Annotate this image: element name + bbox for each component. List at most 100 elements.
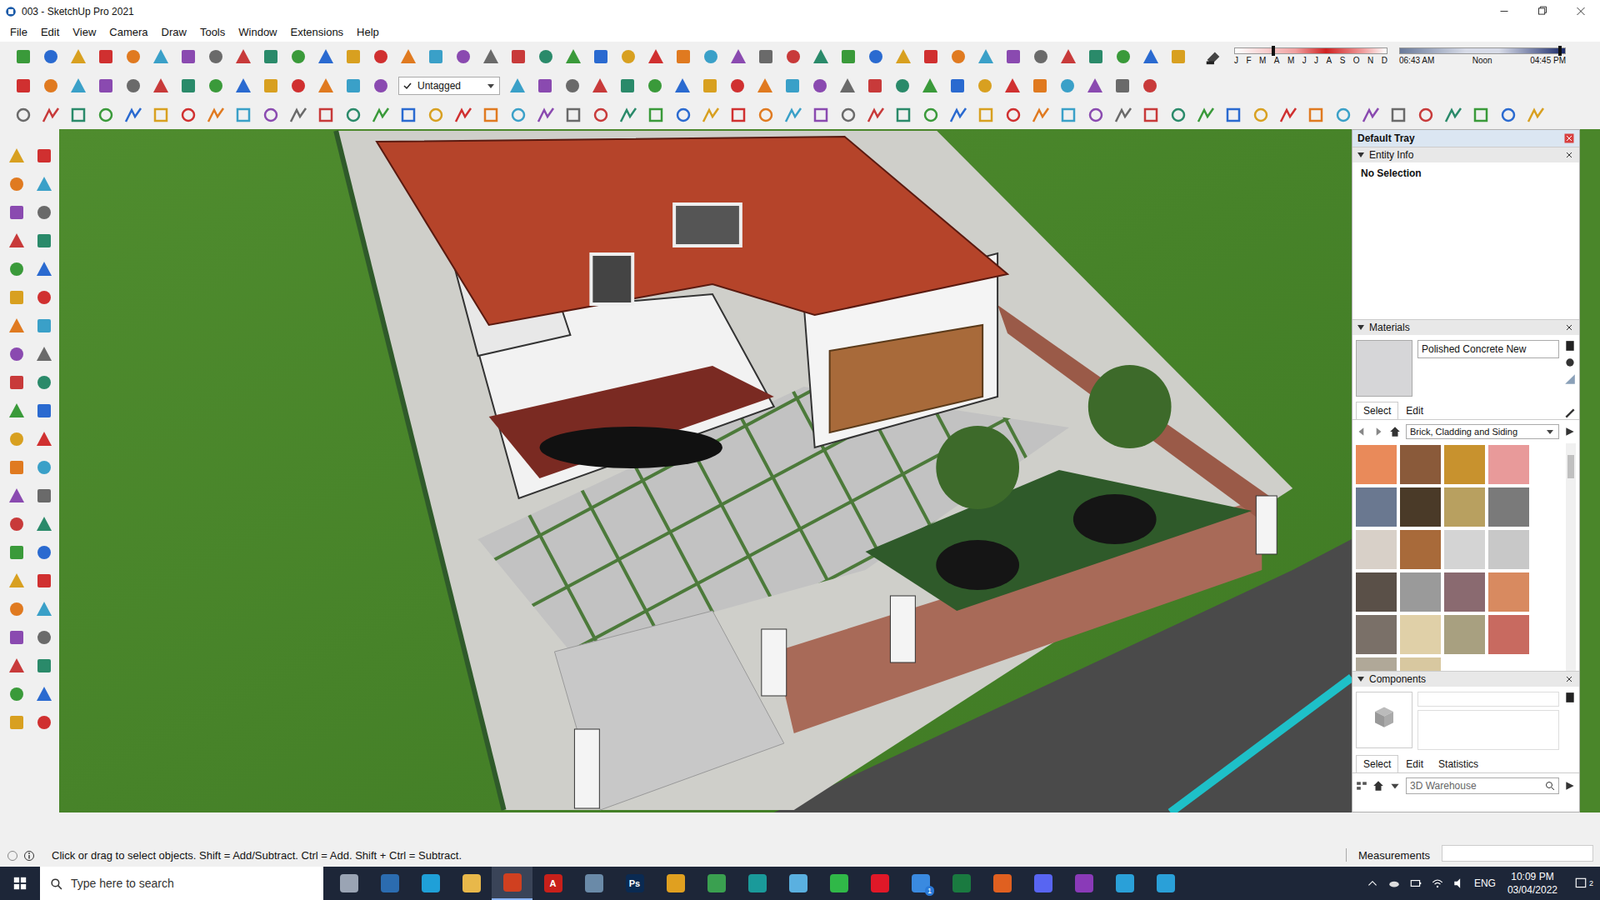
tool-icon[interactable] (34, 599, 55, 620)
tool-icon[interactable] (1113, 105, 1134, 125)
tool-icon[interactable] (837, 75, 858, 96)
tool-icon[interactable] (453, 46, 474, 67)
tool-icon[interactable] (233, 105, 254, 125)
tool-icon[interactable] (6, 174, 27, 195)
tool-icon[interactable] (480, 46, 501, 67)
tool-icon[interactable] (205, 46, 226, 67)
tool-icon[interactable] (1030, 105, 1051, 125)
battery-icon[interactable] (1409, 876, 1423, 890)
tool-icon[interactable] (6, 712, 27, 733)
tool-icon[interactable] (1415, 105, 1436, 125)
tab[interactable]: Edit (1398, 755, 1431, 773)
tab[interactable]: Select (1355, 755, 1399, 773)
tool-icon[interactable] (34, 655, 55, 676)
details-icon[interactable] (1564, 425, 1576, 438)
tool-icon[interactable] (150, 105, 171, 125)
tool-icon[interactable] (34, 287, 55, 308)
tool-icon[interactable] (34, 712, 55, 733)
tool-icon[interactable] (150, 75, 171, 96)
tool-icon[interactable] (315, 75, 336, 96)
tool-icon[interactable] (123, 46, 144, 67)
home-icon[interactable] (1389, 425, 1401, 438)
tool-icon[interactable] (700, 75, 720, 96)
collapse-icon[interactable] (1357, 152, 1365, 158)
default-material-icon[interactable] (1564, 356, 1576, 369)
taskbar-app[interactable] (450, 866, 492, 900)
tool-icon[interactable] (535, 75, 555, 96)
tool-icon[interactable] (1003, 46, 1024, 67)
tool-icon[interactable] (68, 75, 89, 96)
taskbar-app[interactable] (981, 866, 1023, 900)
tool-icon[interactable] (315, 105, 336, 125)
tool-icon[interactable] (645, 105, 666, 125)
tool-icon[interactable] (40, 105, 61, 125)
tool-icon[interactable] (6, 344, 27, 365)
tool-icon[interactable] (34, 684, 55, 705)
tool-icon[interactable] (920, 75, 940, 96)
create-material-icon[interactable] (1564, 340, 1576, 352)
tool-icon[interactable] (34, 202, 55, 223)
taskbar-app[interactable]: Ps (614, 866, 655, 900)
tool-icon[interactable] (1443, 105, 1464, 125)
tool-icon[interactable] (13, 75, 34, 96)
material-swatch[interactable] (1488, 615, 1530, 655)
tool-icon[interactable] (508, 105, 529, 125)
tool-icon[interactable] (1333, 105, 1354, 125)
material-swatch[interactable] (1400, 615, 1441, 655)
tool-icon[interactable] (6, 202, 27, 223)
tool-icon[interactable] (1250, 105, 1271, 125)
taskbar-app[interactable] (491, 866, 533, 900)
material-swatch[interactable] (1355, 572, 1397, 612)
menu-item[interactable]: File (3, 24, 35, 40)
tool-icon[interactable] (398, 105, 419, 125)
tool-icon[interactable] (1030, 46, 1051, 67)
tool-icon[interactable] (590, 46, 611, 67)
tool-icon[interactable] (343, 46, 364, 67)
tool-icon[interactable] (6, 570, 27, 591)
tool-icon[interactable] (34, 514, 55, 535)
tool-icon[interactable] (260, 105, 281, 125)
material-swatch[interactable] (1444, 530, 1485, 570)
tool-icon[interactable] (34, 542, 55, 563)
tool-icon[interactable] (6, 457, 27, 478)
tool-icon[interactable] (1003, 105, 1024, 125)
tool-icon[interactable] (205, 105, 226, 125)
tool-icon[interactable] (1058, 46, 1079, 67)
tool-icon[interactable] (6, 372, 27, 393)
tag-dropdown[interactable]: Untagged (398, 76, 500, 95)
tool-icon[interactable] (975, 75, 995, 96)
material-swatch[interactable] (1444, 445, 1485, 485)
tool-icon[interactable] (68, 46, 89, 67)
tool-icon[interactable] (150, 46, 171, 67)
tool-icon[interactable] (123, 105, 144, 125)
tool-icon[interactable] (13, 105, 34, 125)
tool-icon[interactable] (370, 105, 391, 125)
material-swatch[interactable] (1400, 572, 1441, 612)
tool-icon[interactable] (920, 46, 941, 67)
tool-icon[interactable] (6, 684, 27, 705)
tool-icon[interactable] (370, 46, 391, 67)
tool-icon[interactable] (1113, 46, 1134, 67)
collapse-icon[interactable] (1357, 676, 1365, 682)
tool-icon[interactable] (672, 75, 693, 96)
tool-icon[interactable] (1140, 75, 1160, 96)
month-track[interactable] (1234, 47, 1388, 55)
tool-icon[interactable] (425, 105, 446, 125)
material-swatch[interactable] (1355, 487, 1397, 527)
tool-icon[interactable] (728, 46, 749, 67)
materials-header[interactable]: Materials (1352, 319, 1580, 335)
tool-icon[interactable] (1388, 105, 1409, 125)
tool-icon[interactable] (1030, 75, 1050, 96)
tool-icon[interactable] (535, 105, 556, 125)
tool-icon[interactable] (535, 46, 556, 67)
taskbar-app[interactable] (369, 866, 410, 900)
components-search-field[interactable]: 3D Warehouse (1405, 777, 1560, 795)
tool-icon[interactable] (68, 105, 89, 125)
tool-icon[interactable] (288, 75, 309, 96)
tool-icon[interactable] (6, 429, 27, 450)
swatch-scrollbar[interactable] (1565, 443, 1576, 671)
tool-icon[interactable] (370, 75, 391, 96)
tool-icon[interactable] (34, 344, 55, 365)
month-thumb[interactable] (1271, 45, 1275, 56)
tool-icon[interactable] (618, 105, 639, 125)
